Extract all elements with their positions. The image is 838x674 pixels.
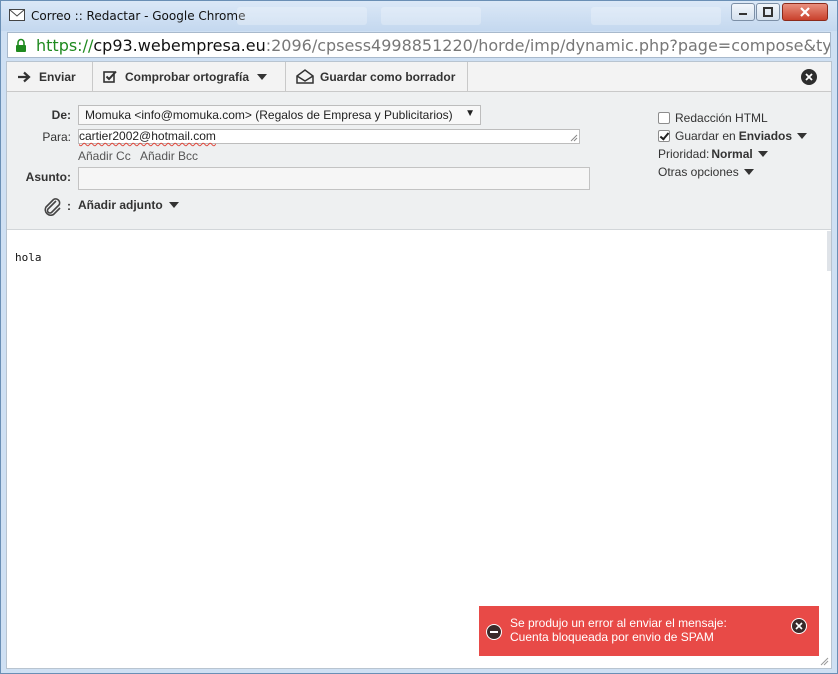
chevron-down-icon <box>257 73 268 80</box>
window-resize-grip-icon[interactable] <box>819 656 829 666</box>
html-option-label: Redacción HTML <box>675 111 768 125</box>
error-line-2: Cuenta bloqueada por envio de SPAM <box>510 630 714 644</box>
add-cc-link[interactable]: Añadir Cc <box>78 149 131 163</box>
error-line-1: Se produjo un error al enviar el mensaje… <box>510 616 727 630</box>
error-message: Se produjo un error al enviar el mensaje… <box>510 616 727 644</box>
add-attachment-button[interactable]: Añadir adjunto <box>78 198 179 212</box>
url-path: :2096/cpsess4998851220/horde/imp/dynamic… <box>265 36 831 55</box>
title-bar[interactable]: Correo :: Redactar - Google Chrome <box>1 1 837 31</box>
send-label: Enviar <box>39 69 76 84</box>
save-draft-label: Guardar como borrador <box>320 69 456 84</box>
window-title: Correo :: Redactar - Google Chrome <box>31 9 246 23</box>
priority-value[interactable]: Normal <box>711 147 752 161</box>
error-notification: Se produjo un error al enviar el mensaje… <box>479 606 819 656</box>
html-checkbox[interactable] <box>658 112 670 124</box>
save-in-prefix: Guardar en <box>675 129 736 143</box>
compose-app: Enviar Comprobar ortografía Guardar como… <box>6 61 832 669</box>
from-select[interactable]: Momuka <info@momuka.com> (Regalos de Emp… <box>78 105 481 125</box>
background-tab-ghost <box>591 7 721 25</box>
to-value: cartier2002@hotmail.com <box>79 129 216 143</box>
to-label: Para: <box>42 130 71 144</box>
spellcheck-label: Comprobar ortografía <box>125 69 250 84</box>
dismiss-notification-button[interactable] <box>791 618 807 634</box>
chevron-down-icon <box>743 169 754 175</box>
select-arrow-icon: ▼ <box>465 108 475 119</box>
message-text: hola <box>15 251 42 264</box>
minimize-icon <box>739 13 747 15</box>
priority-option[interactable]: Prioridad: Normal <box>658 147 768 161</box>
from-value: Momuka <info@momuka.com> (Regalos de Emp… <box>85 108 453 122</box>
subject-input[interactable] <box>78 167 590 190</box>
compose-header: De: Momuka <info@momuka.com> (Regalos de… <box>7 92 831 230</box>
save-draft-button[interactable]: Guardar como borrador <box>286 62 468 91</box>
envelope-open-icon <box>296 69 314 84</box>
other-options[interactable]: Otras opciones <box>658 165 754 179</box>
save-in-checkbox[interactable] <box>658 130 670 142</box>
close-compose-button[interactable] <box>801 69 817 85</box>
error-icon <box>486 624 502 640</box>
add-bcc-link[interactable]: Añadir Bcc <box>140 149 198 163</box>
chevron-down-icon[interactable] <box>797 133 808 139</box>
close-icon <box>800 7 810 17</box>
add-attachment-label: Añadir adjunto <box>78 198 163 212</box>
paperclip-icon <box>44 198 61 216</box>
maximize-button[interactable] <box>756 3 780 21</box>
priority-label: Prioridad: <box>658 147 710 161</box>
url-host: cp93.webempresa.eu <box>93 36 266 55</box>
close-icon <box>805 73 813 81</box>
arrow-right-icon <box>18 71 31 82</box>
attach-colon: : <box>67 199 71 213</box>
other-options-label: Otras opciones <box>658 165 739 179</box>
check-square-icon <box>103 70 117 83</box>
send-button[interactable]: Enviar <box>7 62 93 91</box>
html-option[interactable]: Redacción HTML <box>658 111 768 125</box>
close-window-button[interactable] <box>782 3 828 21</box>
compose-toolbar: Enviar Comprobar ortografía Guardar como… <box>7 62 831 92</box>
maximize-icon <box>763 7 773 17</box>
spellcheck-button[interactable]: Comprobar ortografía <box>93 62 286 91</box>
address-bar[interactable]: https://cp93.webempresa.eu:2096/cpsess49… <box>7 32 831 58</box>
message-body[interactable]: hola <box>7 231 831 668</box>
url-scheme: https:// <box>36 36 94 55</box>
background-tab-ghost <box>381 7 481 25</box>
from-label: De: <box>51 108 71 122</box>
subject-label: Asunto: <box>25 170 71 184</box>
chevron-down-icon <box>168 202 179 208</box>
chevron-down-icon[interactable] <box>757 151 768 157</box>
lock-icon <box>16 38 26 52</box>
save-in-option[interactable]: Guardar en Enviados <box>658 129 808 143</box>
background-tab-ghost <box>237 7 367 25</box>
to-field[interactable]: cartier2002@hotmail.com <box>78 129 580 144</box>
close-icon <box>795 622 803 630</box>
save-in-folder[interactable]: Enviados <box>739 129 792 143</box>
mail-icon <box>9 9 25 21</box>
scrollbar[interactable] <box>827 231 831 271</box>
resize-grip-icon[interactable] <box>570 134 578 142</box>
browser-window: Correo :: Redactar - Google Chrome https… <box>0 0 838 674</box>
url-text: https://cp93.webempresa.eu:2096/cpsess49… <box>36 36 831 55</box>
minimize-button[interactable] <box>731 3 755 21</box>
